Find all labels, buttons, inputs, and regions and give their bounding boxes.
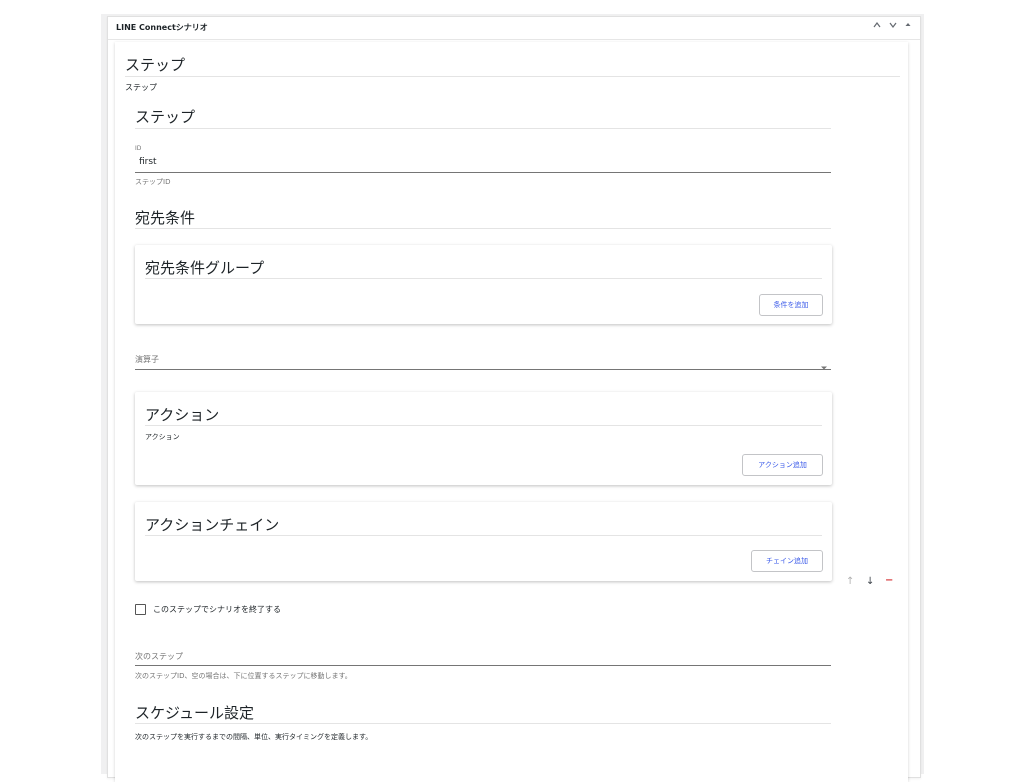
divider xyxy=(135,128,831,129)
destination-group-heading: 宛先条件グループ xyxy=(145,259,265,277)
move-step-up-icon[interactable]: ↑ xyxy=(846,576,854,587)
divider xyxy=(135,723,831,724)
divider xyxy=(135,228,831,229)
panel-title: LINE Connectシナリオ xyxy=(116,23,208,32)
divider xyxy=(125,76,900,77)
schedule-heading: スケジュール設定 xyxy=(135,704,254,722)
action-chain-heading: アクションチェイン xyxy=(145,516,280,534)
next-step-input[interactable]: 次のステップ xyxy=(135,651,183,662)
divider xyxy=(145,278,822,279)
operator-underline xyxy=(135,369,831,370)
end-scenario-label: このステップでシナリオを終了する xyxy=(153,605,281,614)
collapse-toggle-icon[interactable] xyxy=(904,20,912,33)
step-section-heading: ステップ xyxy=(125,56,186,74)
actions-heading: アクション xyxy=(145,406,220,424)
move-step-down-icon[interactable]: ↓ xyxy=(866,576,874,587)
operator-select[interactable]: 演算子 xyxy=(135,354,159,365)
action-chain-card: アクションチェイン チェイン追加 xyxy=(135,502,832,581)
dropdown-arrow-icon[interactable] xyxy=(820,356,828,375)
add-chain-button[interactable]: チェイン追加 xyxy=(751,550,823,572)
step-inner-heading: ステップ xyxy=(135,108,196,126)
end-scenario-checkbox[interactable] xyxy=(135,604,146,615)
schedule-help: 次のステップを実行するまでの間隔、単位、実行タイミングを定義します。 xyxy=(135,733,373,741)
step-section-subtitle: ステップ xyxy=(125,83,157,92)
move-up-icon[interactable] xyxy=(872,20,882,33)
destination-heading: 宛先条件 xyxy=(135,209,196,227)
id-input-underline xyxy=(135,172,831,173)
move-down-icon[interactable] xyxy=(888,20,898,33)
destination-group-card: 宛先条件グループ 条件を追加 xyxy=(135,245,832,324)
actions-card: アクション アクション アクション追加 xyxy=(135,392,832,485)
remove-step-icon[interactable]: − xyxy=(885,575,893,586)
next-step-underline xyxy=(135,665,831,666)
next-step-help: 次のステップID、空の場合は、下に位置するステップに移動します。 xyxy=(135,672,352,680)
add-condition-button[interactable]: 条件を追加 xyxy=(759,294,823,316)
id-field-help: ステップID xyxy=(135,178,171,186)
panel-header: LINE Connectシナリオ xyxy=(108,17,920,40)
id-field-label: ID xyxy=(135,145,142,152)
divider xyxy=(145,425,822,426)
divider xyxy=(145,535,822,536)
actions-subtitle: アクション xyxy=(145,433,180,441)
id-input[interactable]: first xyxy=(139,157,157,167)
add-action-button[interactable]: アクション追加 xyxy=(742,454,823,476)
